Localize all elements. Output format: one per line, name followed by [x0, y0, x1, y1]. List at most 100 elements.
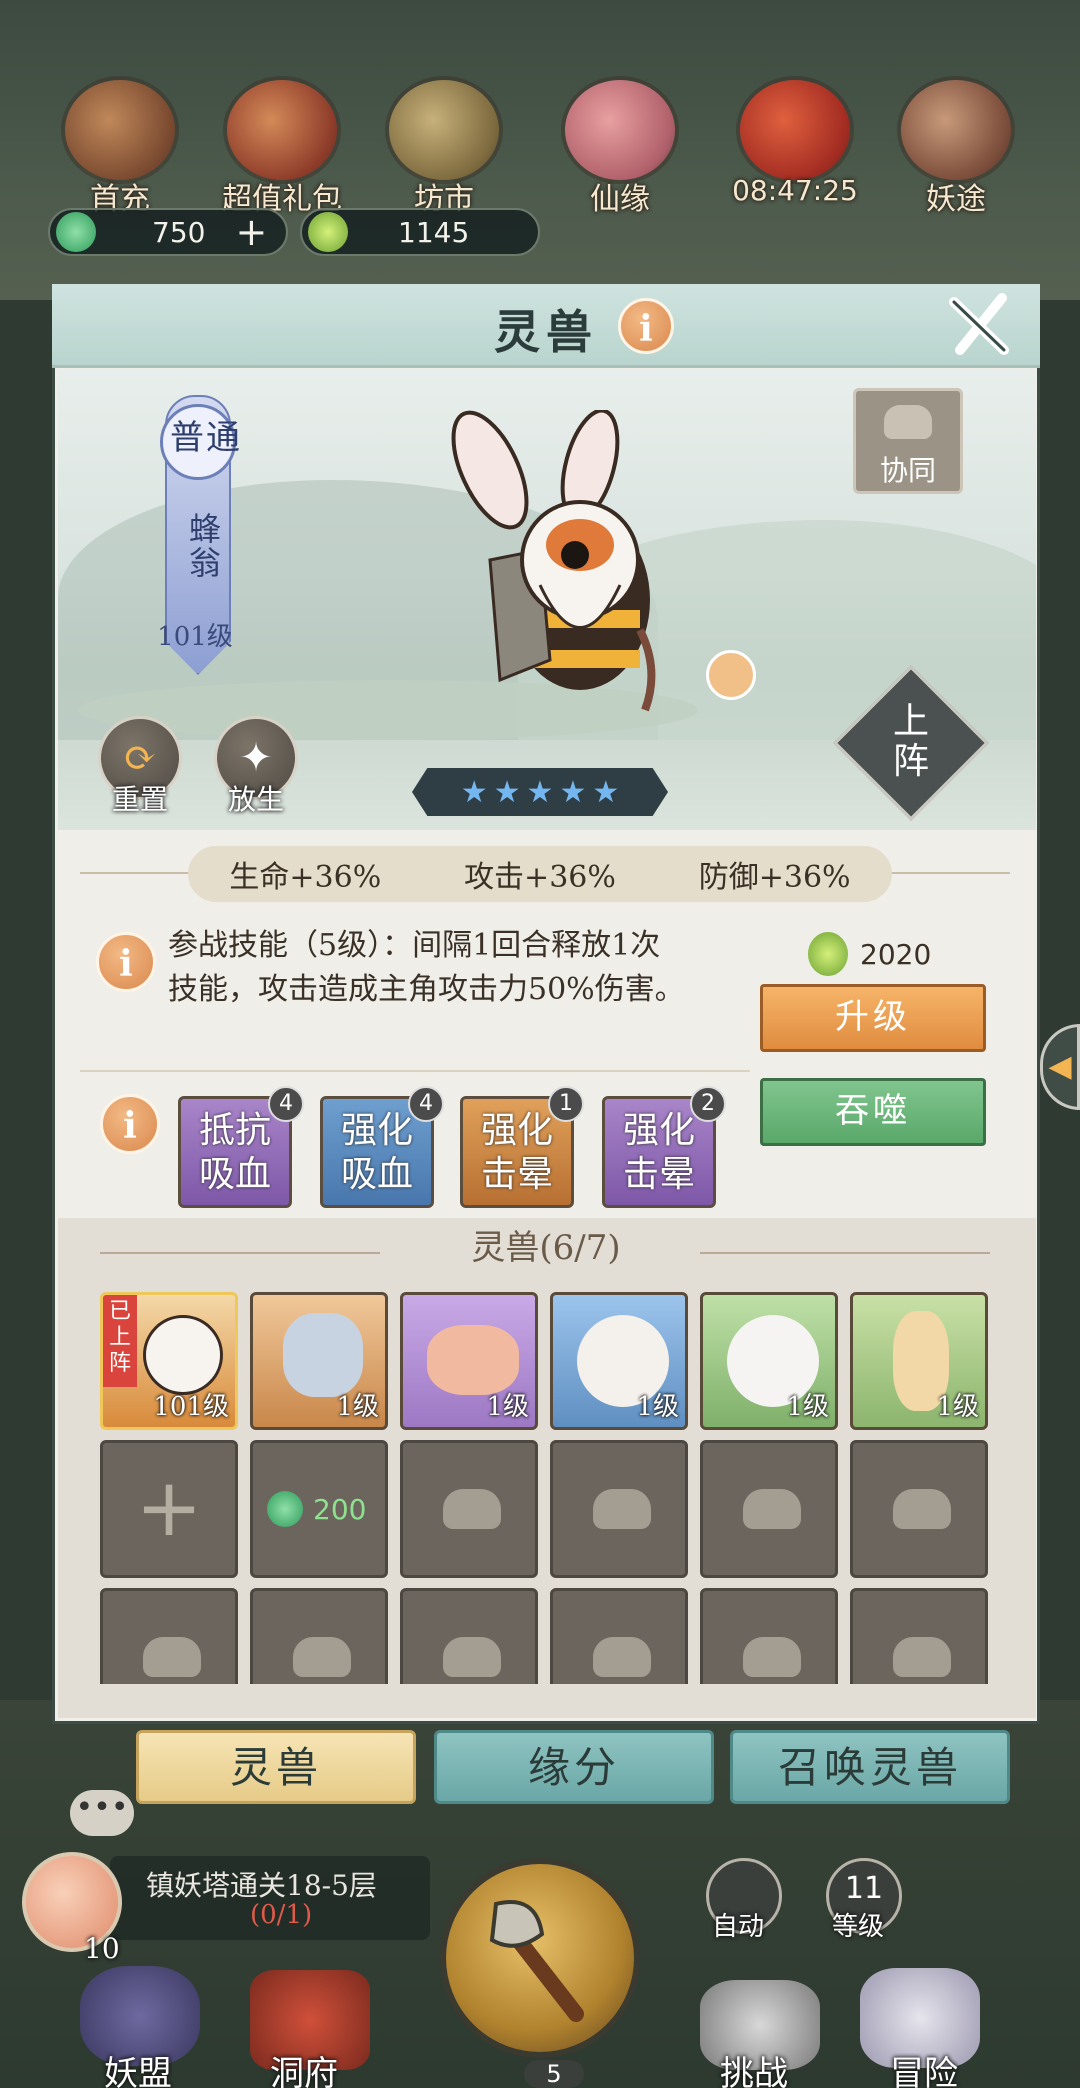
- nav-adventure[interactable]: 冒险: [890, 2046, 958, 2088]
- pouch-icon: [65, 80, 175, 180]
- nav-count-badge: 5: [524, 2060, 584, 2088]
- skill-info-icon[interactable]: i: [96, 932, 156, 992]
- tab-beast[interactable]: 灵兽: [136, 1730, 416, 1804]
- quest-tracker[interactable]: 镇妖塔通关18-5层 (0/1): [110, 1856, 430, 1940]
- panel-header: 灵兽 i: [52, 284, 1040, 368]
- lock-icon: [893, 1637, 951, 1677]
- devour-button[interactable]: 吞噬: [760, 1078, 986, 1146]
- market-button[interactable]: 坊市: [374, 80, 514, 218]
- stats-row: 生命+36% 攻击+36% 防御+36%: [188, 846, 892, 902]
- pet-card[interactable]: 1级: [250, 1292, 388, 1430]
- chat-icon[interactable]: •••: [70, 1790, 134, 1836]
- spirit-fruit-cost-icon: [808, 932, 848, 976]
- trait-count-badge: 2: [690, 1086, 726, 1122]
- pet-level: 1级: [486, 1392, 529, 1422]
- pet-level: 1级: [936, 1392, 979, 1422]
- attack-stat: 攻击+36%: [464, 860, 616, 895]
- axe-attack-button[interactable]: [440, 1858, 640, 2058]
- trait-line2: 击晕: [480, 1154, 553, 1195]
- reset-label: 重置: [111, 783, 168, 816]
- release-label: 放生: [227, 783, 284, 816]
- pet-level: 101级: [153, 1392, 229, 1422]
- spirit-fruit-counter: 1145: [300, 208, 540, 256]
- nav-alliance[interactable]: 妖盟: [104, 2046, 172, 2088]
- immortal-fate-button[interactable]: 仙缘: [550, 80, 690, 218]
- spirit-fruit-value: 1145: [398, 215, 470, 249]
- lock-icon: [884, 405, 932, 439]
- panel-title: 灵兽: [494, 305, 598, 359]
- lock-icon: [743, 1637, 801, 1677]
- spirit-fruit-icon: [308, 212, 348, 252]
- locked-slot[interactable]: [850, 1440, 988, 1578]
- fruit-bubble-icon[interactable]: [706, 650, 756, 700]
- demon-path-button[interactable]: 妖途: [886, 80, 1026, 218]
- value-pack-button[interactable]: 超值礼包: [212, 80, 352, 218]
- trait-count-badge: 4: [408, 1086, 444, 1122]
- locked-slot[interactable]: [700, 1440, 838, 1578]
- coin-icon: [389, 80, 499, 180]
- bee-elder-avatar: [143, 1315, 223, 1395]
- trait-line2: 吸血: [198, 1154, 271, 1195]
- trait-count-badge: 4: [268, 1086, 304, 1122]
- tab-fate[interactable]: 缘分: [434, 1730, 714, 1804]
- star-icon: ★: [460, 774, 488, 810]
- skill-description: 参战技能（5级）：间隔1回合释放1次 技能，攻击造成主角攻击力50%伤害。: [168, 924, 748, 1012]
- info-icon[interactable]: i: [618, 298, 674, 354]
- timed-gift-button[interactable]: 08:47:25: [715, 80, 875, 207]
- bird-icon: ✦: [239, 735, 273, 781]
- pet-card[interactable]: 已上阵 101级: [100, 1292, 238, 1430]
- tab-summon[interactable]: 召唤灵兽: [730, 1730, 1010, 1804]
- defense-stat: 防御+36%: [698, 860, 851, 895]
- deploy-label: 上阵: [892, 701, 929, 782]
- pet-card[interactable]: 1级: [550, 1292, 688, 1430]
- quest-text: 镇妖塔通关18-5层: [146, 1869, 377, 1902]
- locked-slot[interactable]: [100, 1588, 238, 1684]
- locked-slot[interactable]: [400, 1440, 538, 1578]
- skill-divider: [80, 1070, 750, 1072]
- close-icon[interactable]: [942, 288, 1016, 362]
- refresh-icon: ⟳: [123, 735, 157, 781]
- bee-elder-portrait: [430, 408, 690, 730]
- demon-path-label: 妖途: [926, 182, 986, 217]
- star-icon: ★: [493, 774, 521, 810]
- axe-icon: [489, 1900, 584, 2022]
- hp-stat: 生命+36%: [229, 860, 382, 895]
- star-icon: ★: [559, 774, 587, 810]
- immortal-fate-label: 仙缘: [590, 182, 650, 217]
- side-arrow-icon[interactable]: ◀: [1040, 1024, 1080, 1110]
- locked-slot[interactable]: [400, 1588, 538, 1684]
- coop-button[interactable]: 协同: [853, 388, 963, 494]
- deployed-tag: 已上阵: [103, 1295, 137, 1387]
- trait-info-icon[interactable]: i: [100, 1094, 160, 1154]
- deployed-tag-text: 已上阵: [108, 1299, 131, 1376]
- lock-icon: [893, 1489, 951, 1529]
- monkey-avatar: [283, 1313, 363, 1397]
- upgrade-button[interactable]: 升级: [760, 984, 986, 1052]
- fire-beast-avatar: [427, 1325, 519, 1395]
- pet-card[interactable]: 1级: [850, 1292, 988, 1430]
- level-label: 等级: [832, 1912, 885, 1942]
- trait-line2: 击晕: [622, 1154, 695, 1195]
- locked-slot[interactable]: [550, 1440, 688, 1578]
- pet-card[interactable]: 1级: [400, 1292, 538, 1430]
- slot-row-clip: [58, 1588, 1036, 1684]
- first-recharge-button[interactable]: 首充: [50, 80, 190, 218]
- star-icon: ★: [592, 774, 620, 810]
- beast-level: 101级: [157, 622, 233, 652]
- add-slot[interactable]: +: [100, 1440, 238, 1578]
- lotus-icon: [565, 80, 675, 180]
- pet-card[interactable]: 1级: [700, 1292, 838, 1430]
- lock-icon: [293, 1637, 351, 1677]
- quest-progress: (0/1): [250, 1900, 313, 1930]
- locked-slot[interactable]: [850, 1588, 988, 1684]
- locked-slot[interactable]: [250, 1588, 388, 1684]
- locked-slot[interactable]: [700, 1588, 838, 1684]
- add-currency-icon[interactable]: +: [235, 210, 267, 254]
- unlock-cost: 200: [313, 1493, 367, 1526]
- spirit-stone-icon: [56, 212, 96, 252]
- pet-level: 1级: [336, 1392, 379, 1422]
- nav-cave[interactable]: 洞府: [270, 2046, 338, 2088]
- unlock-slot[interactable]: 200: [250, 1440, 388, 1578]
- nav-challenge[interactable]: 挑战: [720, 2046, 788, 2088]
- locked-slot[interactable]: [550, 1588, 688, 1684]
